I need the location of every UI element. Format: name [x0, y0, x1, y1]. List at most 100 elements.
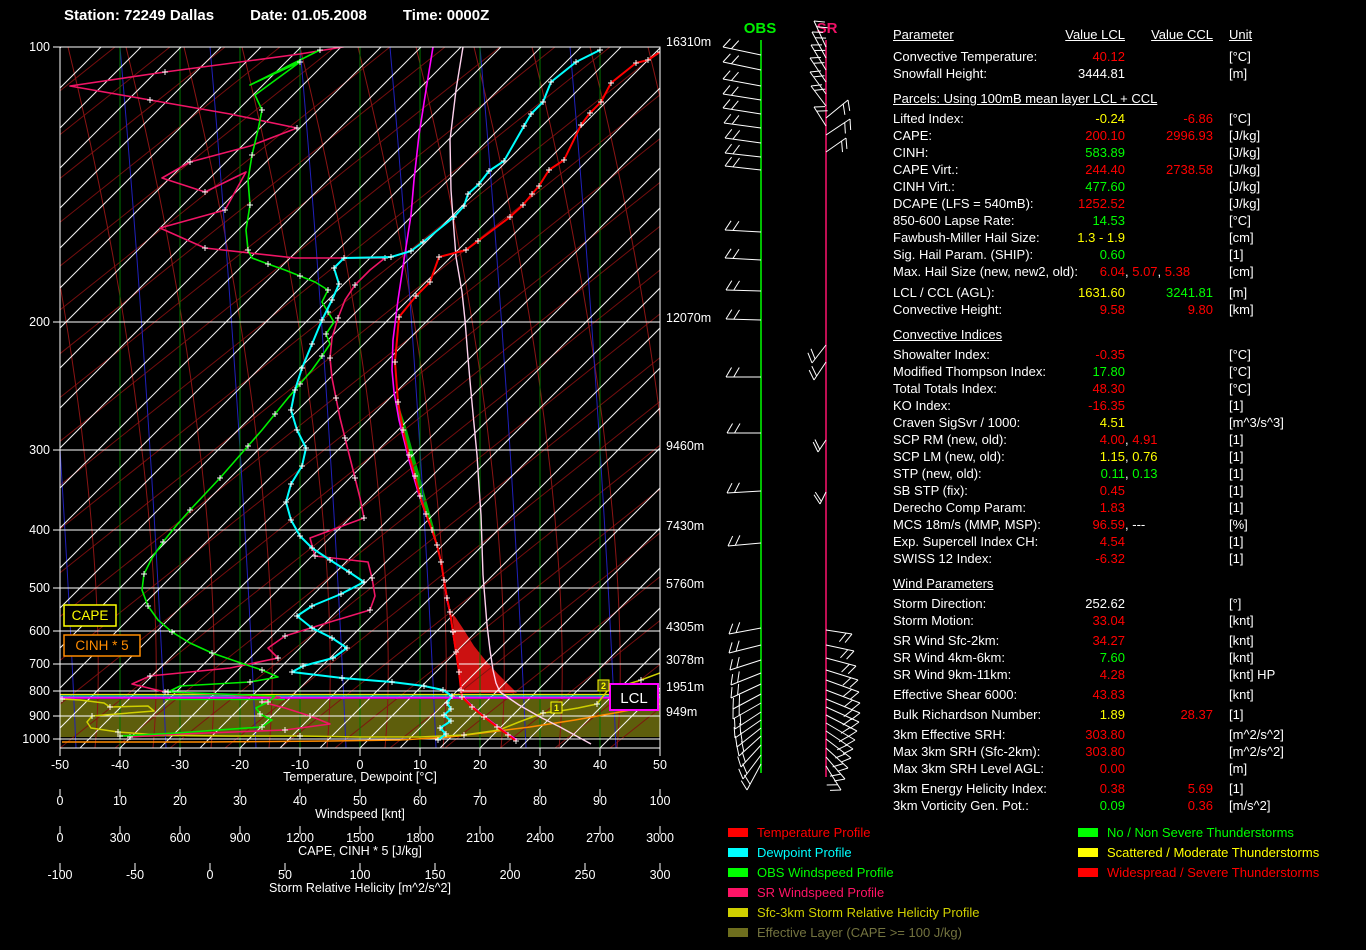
value-lcl: 1.15	[1099, 449, 1125, 464]
svg-text:80: 80	[533, 794, 547, 808]
unit-label: [m^2/s^2]	[1229, 744, 1284, 759]
value-lcl: 252.62	[1085, 596, 1125, 611]
table-row: Max 3km SRH (Sfc-2km): 303.80 [m^2/s^2]	[893, 743, 1363, 760]
column-header: Unit	[1229, 27, 1253, 42]
cinh-label: CINH * 5	[75, 638, 128, 653]
svg-text:40: 40	[593, 758, 607, 772]
svg-text:1200: 1200	[286, 831, 314, 845]
value-lcl: 6.04	[1099, 264, 1125, 279]
legend-item-outlook: Scattered / Moderate Thunderstorms	[1078, 842, 1319, 862]
value-lcl: 17.80	[1092, 364, 1125, 379]
x-axis-3: -100 -50 0 50 100 150 200 250 300 Storm Relative …	[47, 863, 670, 895]
table-section-header: Parcels: Using 100mB mean layer LCL + CC…	[893, 91, 1158, 106]
unit-label: [knt]	[1229, 633, 1254, 648]
value-lcl: 9.58	[1099, 302, 1125, 317]
wind-barb-columns: OBS SR	[722, 20, 861, 791]
value-lcl: 4.51	[1099, 415, 1125, 430]
unit-label: [°C]	[1229, 213, 1251, 228]
unit-label: [°C]	[1229, 49, 1251, 64]
x-axis-1: 0 10 20 30 40 50 60 70 80 90 100 Windspeed [knt]	[57, 789, 671, 821]
svg-text:600: 600	[170, 831, 191, 845]
srh-marker-2: 2	[601, 681, 606, 691]
unit-label: [J/kg]	[1229, 162, 1261, 177]
unit-label: [1]	[1229, 483, 1244, 498]
svg-text:100: 100	[650, 794, 671, 808]
table-row: CAPE: 200.10 2996.93 [J/kg]	[893, 127, 1363, 144]
svg-text:20: 20	[173, 794, 187, 808]
value-lcl: 477.60	[1085, 179, 1125, 194]
value-lcl: -0.24	[1095, 111, 1125, 126]
unit-label: [m^3/s^3]	[1229, 415, 1284, 430]
dewpoint-profile	[283, 47, 603, 743]
legend-item-profile: Effective Layer (CAPE >= 100 J/kg)	[728, 922, 980, 942]
svg-text:30: 30	[233, 794, 247, 808]
svg-text:3078m: 3078m	[666, 653, 704, 667]
value-lcl: -16.35	[1088, 398, 1125, 413]
srh-marker-1: 1	[554, 703, 559, 713]
svg-text:2100: 2100	[466, 831, 494, 845]
unit-label: [m/s^2]	[1229, 798, 1271, 813]
unit-label: [knt]	[1229, 687, 1254, 702]
unit-label: [1]	[1229, 466, 1244, 481]
value-lcl: 40.12	[1092, 49, 1125, 64]
value-lcl: 48.30	[1092, 381, 1125, 396]
svg-text:900: 900	[29, 709, 50, 723]
svg-text:0: 0	[57, 831, 64, 845]
legend-label: Widespread / Severe Thunderstorms	[1107, 864, 1320, 880]
value-lcl: 43.83	[1092, 687, 1125, 702]
unit-label: [1]	[1229, 781, 1244, 796]
value-ccl: 3241.81	[1166, 285, 1213, 300]
value-lcl: 7.60	[1099, 650, 1125, 665]
svg-text:20: 20	[473, 758, 487, 772]
value-ccl: 5.69	[1187, 781, 1213, 796]
legend-label: No / Non Severe Thunderstorms	[1107, 824, 1294, 840]
svg-text:300: 300	[29, 443, 50, 457]
obs-column-header: OBS	[744, 20, 777, 37]
svg-text:50: 50	[353, 794, 367, 808]
svg-text:250: 250	[575, 868, 596, 882]
svg-text:Windspeed [knt]: Windspeed [knt]	[315, 807, 405, 821]
value-extra: , 4.91	[1125, 432, 1158, 447]
table-row: Exp. Supercell Index CH: 4.54 [1]	[893, 533, 1363, 550]
svg-text:40: 40	[293, 794, 307, 808]
value-lcl: 0.60	[1099, 247, 1125, 262]
unit-label: [J/kg]	[1229, 145, 1261, 160]
svg-text:0: 0	[57, 794, 64, 808]
unit-label: [J/kg]	[1229, 196, 1261, 211]
svg-text:200: 200	[500, 868, 521, 882]
x-axis-0: -50 -40 -30 -20 -10 0 10 20 30 40 50Temperature, D…	[51, 748, 667, 784]
svg-text:300: 300	[650, 868, 671, 882]
legend-item-outlook: No / Non Severe Thunderstorms	[1078, 822, 1319, 842]
unit-label: [1]	[1229, 534, 1244, 549]
svg-text:300: 300	[110, 831, 131, 845]
legend-swatch	[728, 847, 748, 857]
svg-text:600: 600	[29, 624, 50, 638]
svg-text:100: 100	[350, 868, 371, 882]
outlook-legend: No / Non Severe Thunderstorms Scattered /…	[1078, 822, 1319, 882]
unit-label: [1]	[1229, 551, 1244, 566]
table-row: Storm Direction: 252.62 [°]	[893, 595, 1363, 612]
svg-text:0: 0	[207, 868, 214, 882]
svg-text:70: 70	[473, 794, 487, 808]
value-ccl: 0.36	[1187, 798, 1213, 813]
legend-label: Dewpoint Profile	[757, 844, 852, 860]
unit-label: [knt]	[1229, 650, 1254, 665]
table-row: Craven SigSvr / 1000: 4.51 [m^3/s^3]	[893, 414, 1363, 431]
value-lcl: 244.40	[1085, 162, 1125, 177]
table-section-header: Convective Indices	[893, 327, 1003, 342]
svg-text:30: 30	[533, 758, 547, 772]
svg-text:-20: -20	[231, 758, 249, 772]
value-ccl: -6.86	[1183, 111, 1213, 126]
unit-label: [knt] HP	[1229, 667, 1276, 682]
unit-label: [1]	[1229, 449, 1244, 464]
svg-text:1500: 1500	[346, 831, 374, 845]
legend-swatch	[728, 907, 748, 917]
legend-item-outlook: Widespread / Severe Thunderstorms	[1078, 862, 1319, 882]
value-lcl: 0.09	[1099, 798, 1125, 813]
unit-label: [cm]	[1229, 264, 1254, 279]
svg-text:60: 60	[413, 794, 427, 808]
svg-text:3000: 3000	[646, 831, 674, 845]
unit-label: [°C]	[1229, 364, 1251, 379]
value-lcl: 0.11	[1100, 466, 1125, 481]
unit-label: [J/kg]	[1229, 128, 1261, 143]
